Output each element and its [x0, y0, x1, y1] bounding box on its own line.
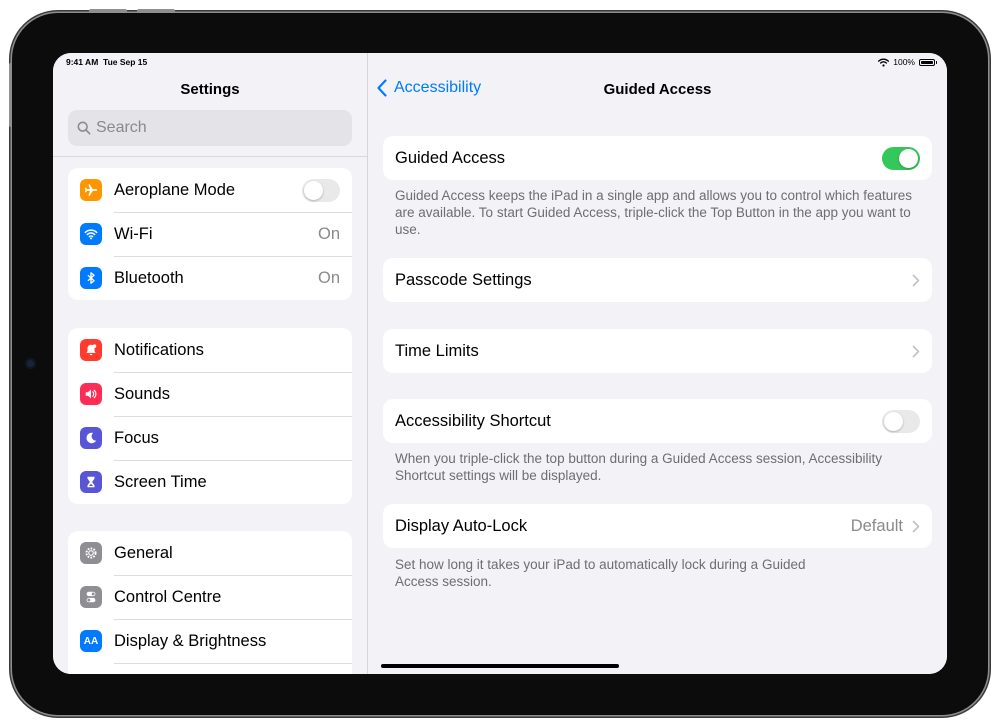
wifi-status-value: On: [317, 224, 340, 243]
settings-sidebar: 9:41 AM Tue Sep 15 Settings Search Aerop…: [53, 53, 368, 674]
sidebar-item-label: Wi-Fi: [114, 224, 153, 243]
sidebar-item-label: Control Centre: [114, 587, 222, 606]
sidebar-item-bluetooth[interactable]: Bluetooth On: [68, 256, 352, 300]
guided-access-group: Guided Access: [383, 136, 932, 180]
sidebar-item-screen-time[interactable]: Screen Time: [68, 460, 352, 504]
home-indicator[interactable]: [381, 664, 619, 668]
time-limits-row[interactable]: Time Limits: [383, 329, 932, 373]
battery-icon: [919, 58, 937, 66]
airplane-icon: [80, 179, 102, 201]
sidebar-item-aeroplane-mode[interactable]: Aeroplane Mode: [68, 168, 352, 212]
sidebar-item-label: Focus: [114, 428, 159, 447]
accessibility-shortcut-label: Accessibility Shortcut: [395, 411, 551, 430]
sidebar-item-wifi[interactable]: Wi-Fi On: [68, 212, 352, 256]
detail-pane: 100% Accessibility Guided Access Guided …: [368, 53, 947, 674]
display-auto-lock-row[interactable]: Display Auto-Lock Default: [383, 504, 932, 548]
camera: [25, 358, 36, 369]
display-auto-lock-label: Display Auto-Lock: [395, 516, 528, 535]
guided-access-footer: Guided Access keeps the iPad in a single…: [395, 188, 913, 237]
screen: 9:41 AM Tue Sep 15 Settings Search Aerop…: [53, 53, 947, 674]
speaker-icon: [80, 383, 102, 405]
sidebar-title: Settings: [180, 81, 240, 98]
guided-access-label: Guided Access: [395, 148, 506, 167]
sidebar-item-control-centre[interactable]: Control Centre: [68, 575, 352, 619]
gear-icon: [80, 542, 102, 564]
passcode-settings-row[interactable]: Passcode Settings: [383, 258, 932, 302]
general-group: General Control Centre AA Display & Brig…: [68, 531, 352, 674]
aeroplane-mode-toggle[interactable]: [302, 178, 340, 202]
top-button: [89, 9, 127, 13]
wifi-status-icon: [878, 58, 890, 67]
sidebar-item-label: Sounds: [114, 384, 170, 403]
bluetooth-status-value: On: [317, 268, 340, 287]
display-auto-lock-footer: Set how long it takes your iPad to autom…: [395, 557, 806, 589]
sidebar-item-general[interactable]: General: [68, 531, 352, 575]
chevron-right-icon: [912, 520, 920, 532]
switches-icon: [80, 586, 102, 608]
sidebar-item-focus[interactable]: Focus: [68, 416, 352, 460]
guided-access-row: Guided Access: [383, 136, 932, 180]
search-placeholder: Search: [96, 119, 147, 136]
wifi-icon: [80, 223, 102, 245]
moon-icon: [80, 427, 102, 449]
sidebar-item-sounds[interactable]: Sounds: [68, 372, 352, 416]
sidebar-item-notifications[interactable]: Notifications: [68, 328, 352, 372]
volume-button: [137, 9, 175, 13]
chevron-right-icon: [912, 274, 920, 286]
page-title: Guided Access: [603, 81, 712, 98]
time-limits-label: Time Limits: [395, 341, 479, 360]
notifications-group: Notifications Sounds Focus Screen Time: [68, 328, 352, 504]
bluetooth-icon: [80, 267, 102, 289]
search-field[interactable]: Search: [68, 110, 352, 146]
divider: [53, 156, 367, 157]
battery-percentage: 100%: [893, 57, 915, 67]
display-auto-lock-value: Default: [850, 516, 903, 535]
accessibility-shortcut-group: Accessibility Shortcut: [383, 399, 932, 443]
sidebar-item-label: Aeroplane Mode: [114, 180, 236, 199]
sidebar-item-label: Display & Brightness: [114, 631, 267, 650]
passcode-group: Passcode Settings: [383, 258, 932, 302]
status-time: 9:41 AM Tue Sep 15: [66, 57, 148, 67]
guided-access-toggle[interactable]: [882, 146, 920, 170]
sidebar-item-partial: [68, 663, 352, 674]
chevron-right-icon: [912, 345, 920, 357]
bell-icon: [80, 339, 102, 361]
time-limits-group: Time Limits: [383, 329, 932, 373]
status-indicators: 100%: [878, 57, 937, 67]
sidebar-item-label: General: [114, 543, 173, 562]
auto-lock-group: Display Auto-Lock Default: [383, 504, 932, 548]
sidebar-item-display-brightness[interactable]: AA Display & Brightness: [68, 619, 352, 663]
accessibility-shortcut-footer: When you triple-click the top button dur…: [395, 451, 882, 483]
sidebar-item-label: Bluetooth: [114, 268, 184, 287]
hourglass-icon: [80, 471, 102, 493]
sidebar-item-label: Notifications: [114, 340, 204, 359]
sidebar-item-label: Screen Time: [114, 472, 207, 491]
text-size-icon: AA: [80, 630, 102, 652]
accessibility-shortcut-row: Accessibility Shortcut: [383, 399, 932, 443]
passcode-settings-label: Passcode Settings: [395, 270, 532, 289]
side-button: [9, 63, 12, 127]
accessibility-shortcut-toggle[interactable]: [882, 409, 920, 433]
connectivity-group: Aeroplane Mode Wi-Fi On Bluetooth On: [68, 168, 352, 300]
search-icon: [77, 121, 91, 135]
